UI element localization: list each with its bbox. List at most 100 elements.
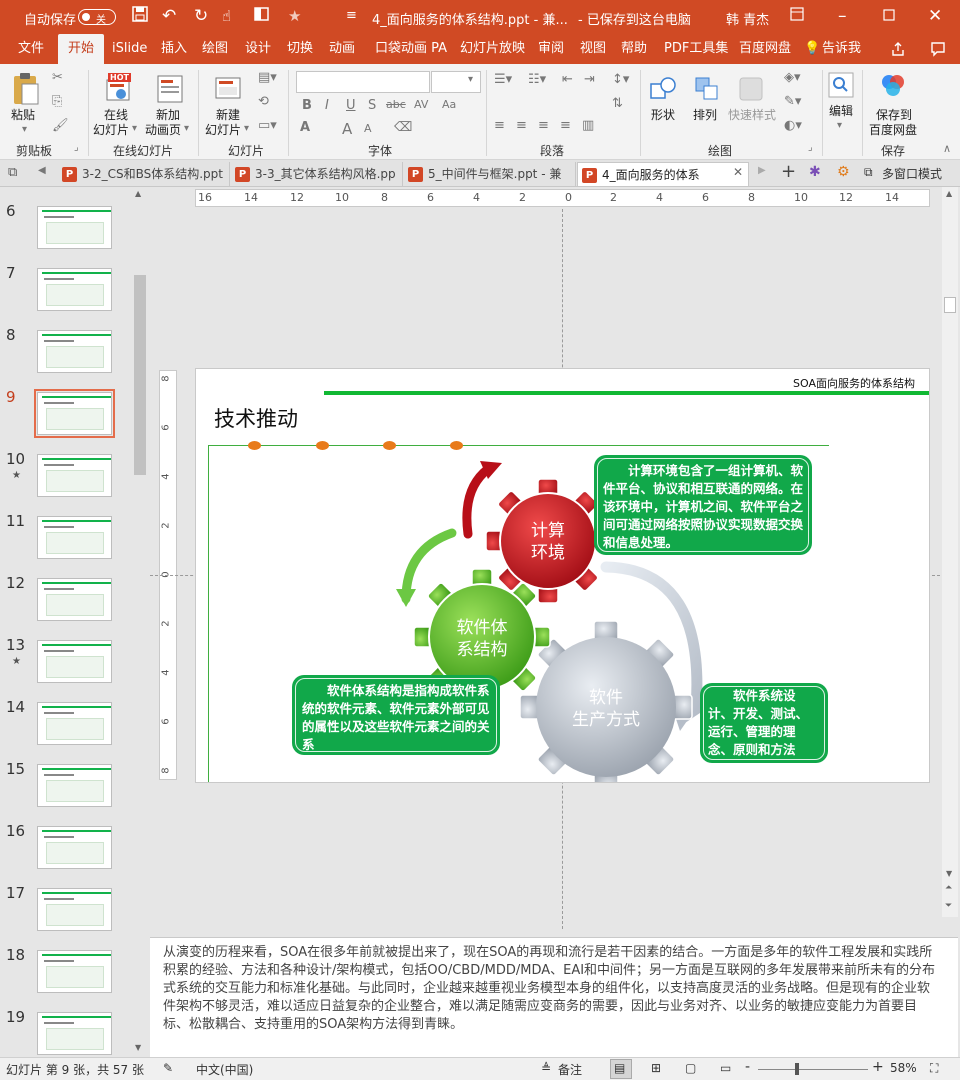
tab-view[interactable]: 视图 xyxy=(580,34,606,64)
slideshow-icon[interactable] xyxy=(254,6,270,27)
doc-tab-4-active[interactable]: P 4_面向服务的体系 xyxy=(577,162,749,186)
clear-format-icon[interactable]: ⌫ xyxy=(394,120,412,135)
new-slide-dropdown-icon[interactable]: ▾ xyxy=(244,123,249,134)
comments-icon[interactable] xyxy=(930,34,946,64)
editor-scroll-thumb[interactable] xyxy=(944,297,956,313)
zoom-slider-thumb[interactable] xyxy=(795,1063,799,1075)
text-direction-icon[interactable]: ⇅ xyxy=(612,96,623,111)
slide-thumbnail[interactable] xyxy=(37,950,112,993)
font-size-combo[interactable] xyxy=(431,71,481,93)
format-painter-icon[interactable]: 🖌 xyxy=(52,118,69,133)
arrange-icon[interactable] xyxy=(692,74,722,107)
tab-home[interactable]: 开始 xyxy=(58,34,105,64)
user-name[interactable]: 韩 青杰 xyxy=(726,9,769,28)
slide-thumbnail[interactable] xyxy=(37,268,112,311)
new-slide-line2[interactable]: 幻灯片 xyxy=(205,123,241,138)
reading-view-icon[interactable]: ▢ xyxy=(685,1061,696,1075)
redo-icon[interactable]: ↻ xyxy=(194,6,208,26)
paste-button[interactable]: 粘贴 xyxy=(11,108,35,123)
collapse-ribbon-icon[interactable]: ∧ xyxy=(943,142,951,155)
increase-indent-icon[interactable]: ⇥ xyxy=(584,72,595,87)
spellcheck-icon[interactable]: ✎ xyxy=(163,1061,173,1075)
tab-transitions[interactable]: 切换 xyxy=(287,34,313,64)
slide-thumbnail[interactable] xyxy=(37,640,112,683)
change-case-button[interactable]: Aa xyxy=(442,98,456,111)
multi-window-icon[interactable]: ⧉ xyxy=(864,165,873,180)
minimize-icon[interactable]: – xyxy=(838,6,847,26)
settings-gear-icon[interactable]: ⚙ xyxy=(837,164,850,180)
plugin-icon[interactable]: ✱ xyxy=(809,164,821,180)
edit-dropdown-icon[interactable]: ▾ xyxy=(837,120,842,131)
ribbon-display-icon[interactable] xyxy=(790,6,804,26)
underline-button[interactable]: U xyxy=(346,98,356,113)
layout-icon[interactable]: ▤▾ xyxy=(258,70,277,85)
tabs-scroll-right-icon[interactable]: ▶ xyxy=(758,165,766,176)
tab-pocket-animation[interactable]: 口袋动画 PA xyxy=(375,34,447,64)
online-slide-button-line2[interactable]: 幻灯片 xyxy=(93,123,129,138)
slide-thumbnail[interactable] xyxy=(37,454,112,497)
fit-to-window-icon[interactable]: ⛶ xyxy=(930,1061,938,1076)
online-slide-button-line1[interactable]: 在线 xyxy=(104,108,128,123)
bold-button[interactable]: B xyxy=(302,98,312,113)
new-slide-icon[interactable] xyxy=(214,74,244,105)
tab-pdf-tools[interactable]: PDF工具集 xyxy=(664,34,728,64)
strikethrough-button[interactable]: abc xyxy=(386,98,406,111)
align-center-icon[interactable]: ≡ xyxy=(516,118,527,133)
new-animation-page-icon[interactable] xyxy=(156,74,184,107)
cut-icon[interactable]: ✂ xyxy=(52,70,63,85)
tab-draw[interactable]: 绘图 xyxy=(202,34,228,64)
doc-tab-1[interactable]: P 3-2_CS和BS体系结构.ppt xyxy=(58,162,230,186)
numbering-icon[interactable]: ☷▾ xyxy=(528,72,546,87)
tab-file[interactable]: 文件 xyxy=(18,34,44,64)
slide-canvas[interactable]: SOA面向服务的体系结构 技术推动 计算 环境 软件体 系结构 软件 生产方式 … xyxy=(195,368,930,783)
char-spacing-button[interactable]: AV xyxy=(414,98,428,111)
align-right-icon[interactable]: ≡ xyxy=(538,118,549,133)
align-left-icon[interactable]: ≡ xyxy=(494,118,505,133)
find-icon[interactable] xyxy=(828,72,854,101)
font-color-button[interactable]: A xyxy=(300,120,310,135)
doc-tab-3[interactable]: P 5_中间件与框架.ppt - 兼 xyxy=(404,162,576,186)
tell-me-search[interactable]: 告诉我 xyxy=(822,34,861,64)
reset-icon[interactable]: ⟲ xyxy=(258,94,269,109)
shape-effects-icon[interactable]: ◐▾ xyxy=(784,118,802,133)
zoom-level[interactable]: 58% xyxy=(890,1061,917,1075)
new-anim-page-dropdown-icon[interactable]: ▾ xyxy=(184,123,189,134)
new-anim-page-line2[interactable]: 动画页 xyxy=(145,123,181,138)
slide-thumbnail[interactable] xyxy=(37,330,112,373)
slide-thumbnail[interactable] xyxy=(37,516,112,559)
notes-button[interactable]: 备注 xyxy=(558,1061,582,1078)
italic-button[interactable]: I xyxy=(325,98,329,113)
thumbnail-scroll-thumb[interactable] xyxy=(134,275,146,475)
language-status[interactable]: 中文(中国) xyxy=(196,1061,253,1078)
callout-software-architecture[interactable]: 软件体系结构是指构成软件系统的软件元素、软件元素外部可见的属性以及这些软件元素之… xyxy=(292,675,500,755)
tab-help[interactable]: 帮助 xyxy=(621,34,647,64)
slide-thumbnail[interactable] xyxy=(37,206,112,249)
maximize-icon[interactable] xyxy=(883,6,895,26)
font-size-dropdown-icon[interactable]: ▾ xyxy=(468,74,473,85)
shape-outline-icon[interactable]: ✎▾ xyxy=(784,94,801,109)
notes-pane[interactable]: 从演变的历程来看，SOA在很多年前就被提出来了，现在SOA的再现和流行是若干因素… xyxy=(150,937,958,1057)
slide-sorter-icon[interactable]: ⊞ xyxy=(651,1061,661,1075)
slide-thumbnail[interactable] xyxy=(37,578,112,621)
edit-button[interactable]: 编辑 xyxy=(829,104,853,119)
slideshow-view-icon[interactable]: ▭ xyxy=(720,1061,731,1075)
slide-thumbnail[interactable] xyxy=(37,1012,112,1055)
justify-icon[interactable]: ≡ xyxy=(560,118,571,133)
share-icon[interactable] xyxy=(890,34,906,64)
shadow-button[interactable]: S xyxy=(368,98,376,113)
clipboard-launcher-icon[interactable]: ⌟ xyxy=(74,142,79,153)
notes-icon[interactable]: ≜ xyxy=(541,1061,551,1075)
paste-icon[interactable] xyxy=(12,72,40,109)
tabs-scroll-left-icon[interactable]: ◀ xyxy=(38,165,46,176)
paste-dropdown-icon[interactable]: ▾ xyxy=(22,124,27,135)
tab-review[interactable]: 审阅 xyxy=(538,34,564,64)
new-anim-page-line1[interactable]: 新加 xyxy=(156,108,180,123)
decrease-indent-icon[interactable]: ⇤ xyxy=(562,72,573,87)
slide-thumbnail[interactable] xyxy=(37,764,112,807)
columns-icon[interactable]: ▥ xyxy=(582,118,594,133)
drawing-launcher-icon[interactable]: ⌟ xyxy=(808,142,813,153)
increase-font-button[interactable]: A xyxy=(342,120,352,138)
zoom-in-button[interactable]: + xyxy=(872,1059,884,1075)
slide-thumbnail[interactable] xyxy=(34,389,115,438)
slide-thumbnail[interactable] xyxy=(37,702,112,745)
